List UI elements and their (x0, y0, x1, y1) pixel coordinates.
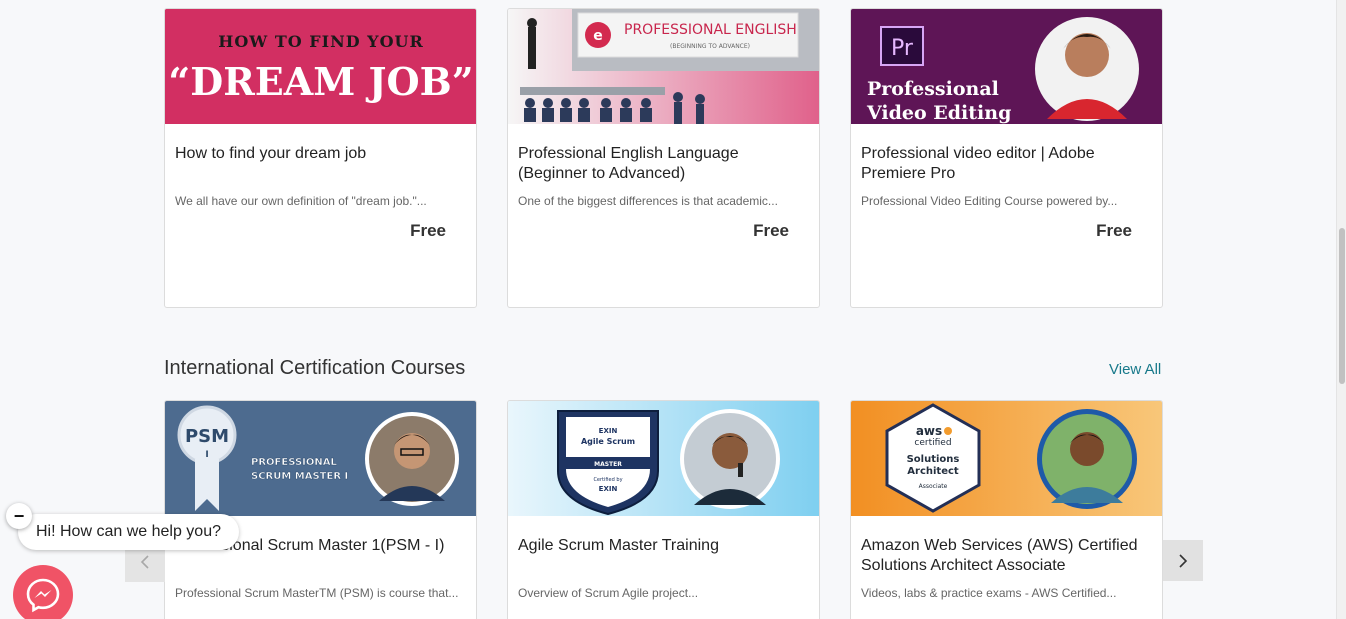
section-title: International Certification Courses (164, 357, 466, 379)
course-description: We all have our own definition of "dream… (175, 194, 427, 208)
course-title[interactable]: Amazon Web Services (AWS) Certified Solu… (861, 536, 1152, 576)
course-price: Free (753, 221, 789, 240)
course-title[interactable]: Professional video editor | Adobe Premie… (861, 144, 1152, 184)
course-card[interactable]: Pr Professional Video Editing Profession… (850, 8, 1163, 308)
chat-greeting-bubble[interactable]: Hi! How can we help you? (18, 514, 239, 550)
chat-close-button[interactable]: − (6, 503, 32, 529)
thumb-line: Agile Scrum (581, 437, 635, 446)
aws-banner: aws certified Solutions Architect Associ… (851, 401, 1162, 516)
course-description: Professional Scrum MasterTM (PSM) is cou… (175, 586, 459, 600)
thumb-line: PROFESSIONAL ENGLISH (624, 22, 797, 38)
thumb-line: EXIN (599, 427, 618, 435)
course-description: Videos, labs & practice exams - AWS Cert… (861, 586, 1117, 600)
svg-text:e: e (593, 28, 603, 44)
course-card[interactable]: aws certified Solutions Architect Associ… (850, 400, 1163, 619)
psm-banner: PSM I PROFESSIONAL SCRUM MASTER I (165, 401, 476, 516)
premiere-icon: Pr (891, 36, 914, 61)
course-description: Professional Video Editing Course powere… (861, 194, 1118, 208)
course-description: Overview of Scrum Agile project... (518, 586, 699, 600)
messenger-icon (26, 578, 60, 613)
course-title[interactable]: Professional English Language (Beginner … (518, 144, 809, 184)
thumb-line: I (205, 450, 208, 460)
thumb-line: Solutions (907, 454, 960, 465)
thumb-line: certified (914, 438, 951, 448)
view-all-link[interactable]: View All (1109, 361, 1161, 378)
course-description: One of the biggest differences is that a… (518, 194, 778, 208)
thumb-line: PSM (185, 426, 229, 447)
thumb-line: (BEGINNING TO ADVANCE) (670, 43, 750, 50)
thumb-line: HOW TO FIND YOUR (218, 32, 424, 51)
thumb-line: aws (916, 424, 942, 438)
agile-scrum-banner: EXIN Agile Scrum MASTER Certified by EXI… (508, 401, 819, 516)
thumb-line: “DREAM JOB” (168, 59, 473, 104)
thumb-line: Professional (867, 78, 999, 100)
course-title[interactable]: Agile Scrum Master Training (518, 536, 809, 576)
course-card[interactable]: PSM I PROFESSIONAL SCRUM MASTER I Profes… (164, 400, 477, 619)
course-thumbnail[interactable]: aws certified Solutions Architect Associ… (851, 401, 1162, 516)
course-title[interactable]: How to find your dream job (175, 144, 466, 184)
course-thumbnail[interactable]: EXIN Agile Scrum MASTER Certified by EXI… (508, 401, 819, 516)
thumb-line: SCRUM MASTER I (251, 471, 348, 482)
english-banner: e PROFESSIONAL ENGLISH (BEGINNING TO ADV… (508, 9, 819, 124)
course-thumbnail[interactable]: Pr Professional Video Editing (851, 9, 1162, 124)
thumb-line: Video Editing (866, 102, 1011, 124)
thumb-line: Certified by (593, 477, 622, 483)
thumb-line: PROFESSIONAL (251, 457, 337, 468)
thumb-line: Architect (907, 466, 959, 477)
dream-job-banner: HOW TO FIND YOUR “DREAM JOB” (165, 9, 476, 124)
messenger-button[interactable] (13, 565, 73, 619)
course-card[interactable]: e PROFESSIONAL ENGLISH (BEGINNING TO ADV… (507, 8, 820, 308)
course-thumbnail[interactable]: PSM I PROFESSIONAL SCRUM MASTER I (165, 401, 476, 516)
thumb-line: Associate (919, 483, 948, 490)
course-card[interactable]: HOW TO FIND YOUR “DREAM JOB” How to find… (164, 8, 477, 308)
thumb-line: EXIN (599, 485, 618, 493)
course-price: Free (1096, 221, 1132, 240)
thumb-line: MASTER (594, 461, 622, 468)
scrollbar-thumb[interactable] (1339, 228, 1345, 384)
chevron-right-icon (1179, 553, 1188, 568)
carousel-next-button[interactable] (1163, 540, 1203, 581)
page-scrollbar[interactable] (1336, 0, 1346, 619)
course-thumbnail[interactable]: HOW TO FIND YOUR “DREAM JOB” (165, 9, 476, 124)
course-price: Free (410, 221, 446, 240)
course-thumbnail[interactable]: e PROFESSIONAL ENGLISH (BEGINNING TO ADV… (508, 9, 819, 124)
video-editing-banner: Pr Professional Video Editing (851, 9, 1162, 124)
chevron-left-icon (140, 554, 149, 569)
course-card[interactable]: EXIN Agile Scrum MASTER Certified by EXI… (507, 400, 820, 619)
